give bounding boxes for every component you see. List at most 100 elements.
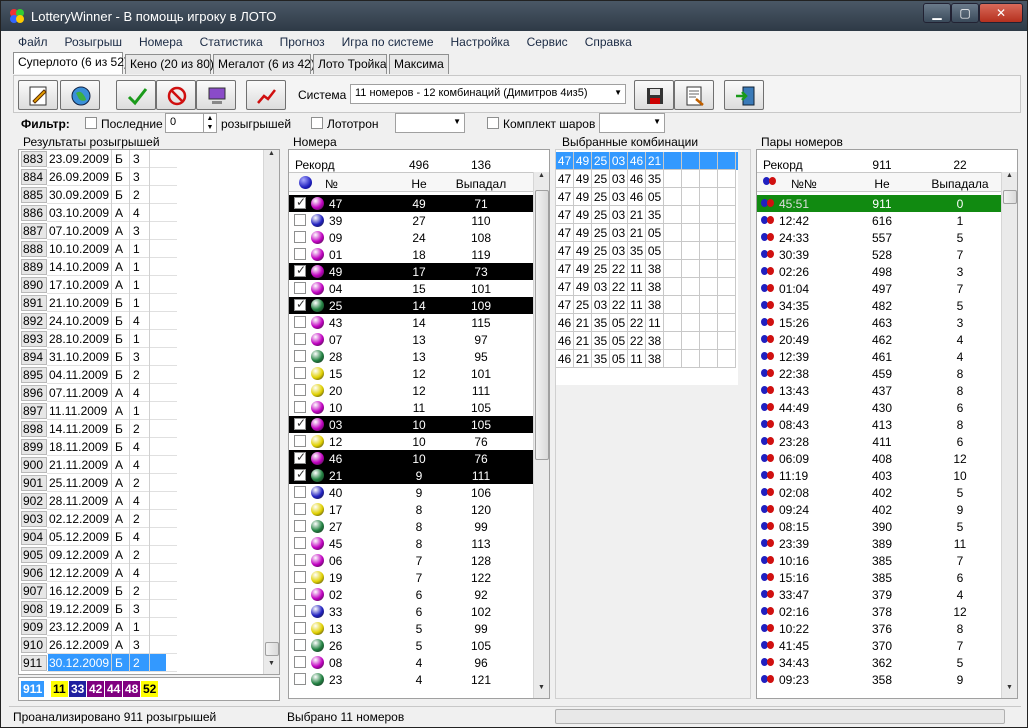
save-button[interactable] <box>634 80 674 110</box>
scroll-thumb[interactable] <box>265 642 279 656</box>
number-row[interactable]: 08 4 96 <box>289 654 535 671</box>
numbers-scrollbar[interactable]: ▲ ▼ <box>533 172 549 698</box>
number-checkbox[interactable] <box>294 554 306 566</box>
number-checkbox[interactable] <box>294 214 306 226</box>
scroll-up-arrow[interactable]: ▲ <box>264 150 279 157</box>
result-row[interactable]: 907 16.12.2009 Б 2 <box>19 582 267 600</box>
last-draws-checkbox[interactable] <box>85 117 97 129</box>
ball-set-checkbox[interactable] <box>487 117 499 129</box>
combo-row[interactable]: 47 49 25 03 46 35 <box>556 170 738 188</box>
clear-button[interactable] <box>156 80 196 110</box>
maximize-button[interactable]: ▢ <box>951 3 979 23</box>
combo-row[interactable]: 47 49 25 22 11 38 <box>556 260 738 278</box>
combo-row[interactable]: 46 21 35 05 22 11 <box>556 314 738 332</box>
result-row[interactable]: 902 28.11.2009 А 4 <box>19 492 267 510</box>
menu-item[interactable]: Настройка <box>442 33 518 49</box>
number-row[interactable]: 04 15 101 <box>289 280 535 297</box>
number-checkbox[interactable] <box>294 486 306 498</box>
tab-2[interactable]: Мегалот (6 из 42) <box>213 54 315 74</box>
combo-row[interactable]: 46 21 35 05 22 38 <box>556 332 738 350</box>
pair-row[interactable]: 33:47 379 4 <box>757 586 1001 603</box>
ball-set-select[interactable]: ▼ <box>599 113 665 133</box>
result-row[interactable]: 890 17.10.2009 А 1 <box>19 276 267 294</box>
scroll-thumb[interactable] <box>535 190 549 460</box>
number-checkbox[interactable] <box>294 350 306 362</box>
computer-button[interactable] <box>196 80 236 110</box>
scroll-down-arrow[interactable]: ▼ <box>534 684 549 691</box>
combo-row[interactable]: 47 49 25 03 35 05 <box>556 242 738 260</box>
scroll-up-arrow[interactable]: ▲ <box>1002 172 1017 179</box>
number-checkbox[interactable] <box>294 401 306 413</box>
globe-button[interactable] <box>60 80 100 110</box>
result-row[interactable]: 884 26.09.2009 Б 3 <box>19 168 267 186</box>
number-checkbox[interactable] <box>294 367 306 379</box>
number-checkbox[interactable] <box>294 282 306 294</box>
scroll-thumb[interactable] <box>1003 190 1017 204</box>
result-row[interactable]: 900 21.11.2009 А 4 <box>19 456 267 474</box>
col-drawn[interactable]: Выпадала <box>925 177 995 191</box>
pair-row[interactable]: 02:26 498 3 <box>757 263 1001 280</box>
number-row[interactable]: 43 14 115 <box>289 314 535 331</box>
pair-row[interactable]: 12:42 616 1 <box>757 212 1001 229</box>
number-row[interactable]: 06 7 128 <box>289 552 535 569</box>
number-row[interactable]: 23 4 121 <box>289 671 535 688</box>
number-checkbox[interactable] <box>294 673 306 685</box>
combo-row[interactable]: 47 25 03 22 11 38 <box>556 296 738 314</box>
edit-button[interactable] <box>18 80 58 110</box>
pair-row[interactable]: 13:43 437 8 <box>757 382 1001 399</box>
result-row[interactable]: 898 14.11.2009 Б 2 <box>19 420 267 438</box>
menu-item[interactable]: Справка <box>576 33 640 49</box>
number-row[interactable]: 40 9 106 <box>289 484 535 501</box>
number-checkbox[interactable] <box>294 588 306 600</box>
number-checkbox[interactable] <box>294 605 306 617</box>
pair-row[interactable]: 23:39 389 11 <box>757 535 1001 552</box>
pair-row[interactable]: 10:22 376 8 <box>757 620 1001 637</box>
print-button[interactable] <box>674 80 714 110</box>
number-checkbox[interactable] <box>294 520 306 532</box>
pair-row[interactable]: 08:43 413 8 <box>757 416 1001 433</box>
combo-row[interactable]: 47 49 25 03 21 05 <box>556 224 738 242</box>
tab-0[interactable]: Суперлото (6 из 52) <box>13 52 128 74</box>
combo-row[interactable]: 47 49 25 03 46 21 <box>556 152 738 170</box>
menu-item[interactable]: Игра по системе <box>333 33 442 49</box>
number-row[interactable]: 21 9 111 <box>289 467 535 484</box>
pair-row[interactable]: 12:39 461 4 <box>757 348 1001 365</box>
number-row[interactable]: 47 49 71 <box>289 195 535 212</box>
number-checkbox[interactable] <box>294 571 306 583</box>
pair-row[interactable]: 11:19 403 10 <box>757 467 1001 484</box>
pair-row[interactable]: 23:28 411 6 <box>757 433 1001 450</box>
combo-row[interactable]: 47 49 25 03 46 05 <box>556 188 738 206</box>
result-row[interactable]: 911 30.12.2009 Б 2 <box>19 654 267 672</box>
result-row[interactable]: 906 12.12.2009 А 4 <box>19 564 267 582</box>
number-checkbox[interactable] <box>294 639 306 651</box>
combo-row[interactable]: 47 49 25 03 21 35 <box>556 206 738 224</box>
result-row[interactable]: 905 09.12.2009 А 2 <box>19 546 267 564</box>
title-bar[interactable]: LotteryWinner - В помощь игроку в ЛОТО ▁… <box>1 1 1027 31</box>
number-checkbox[interactable] <box>294 316 306 328</box>
col-drawn[interactable]: Выпадал <box>451 177 511 191</box>
number-checkbox[interactable] <box>294 435 306 447</box>
pairs-scrollbar[interactable]: ▲ ▼ <box>1001 172 1017 698</box>
number-checkbox[interactable] <box>294 333 306 345</box>
result-row[interactable]: 896 07.11.2009 А 4 <box>19 384 267 402</box>
result-row[interactable]: 895 04.11.2009 Б 2 <box>19 366 267 384</box>
result-row[interactable]: 908 19.12.2009 Б 3 <box>19 600 267 618</box>
chart-button[interactable] <box>246 80 286 110</box>
number-checkbox[interactable] <box>294 537 306 549</box>
result-row[interactable]: 891 21.10.2009 Б 1 <box>19 294 267 312</box>
number-checkbox[interactable] <box>294 622 306 634</box>
number-checkbox[interactable] <box>294 416 306 430</box>
number-checkbox[interactable] <box>294 384 306 396</box>
number-row[interactable]: 01 18 119 <box>289 246 535 263</box>
number-row[interactable]: 27 8 99 <box>289 518 535 535</box>
system-select[interactable]: 11 номеров - 12 комбинаций (Димитров 4из… <box>350 84 626 104</box>
col-number[interactable]: № <box>325 177 338 191</box>
menu-item[interactable]: Статистика <box>191 33 271 49</box>
result-row[interactable]: 901 25.11.2009 А 2 <box>19 474 267 492</box>
number-checkbox[interactable] <box>294 195 306 209</box>
scroll-up-arrow[interactable]: ▲ <box>534 172 549 179</box>
number-row[interactable]: 09 24 108 <box>289 229 535 246</box>
pair-row[interactable]: 02:16 378 12 <box>757 603 1001 620</box>
number-checkbox[interactable] <box>294 248 306 260</box>
pair-row[interactable]: 08:15 390 5 <box>757 518 1001 535</box>
